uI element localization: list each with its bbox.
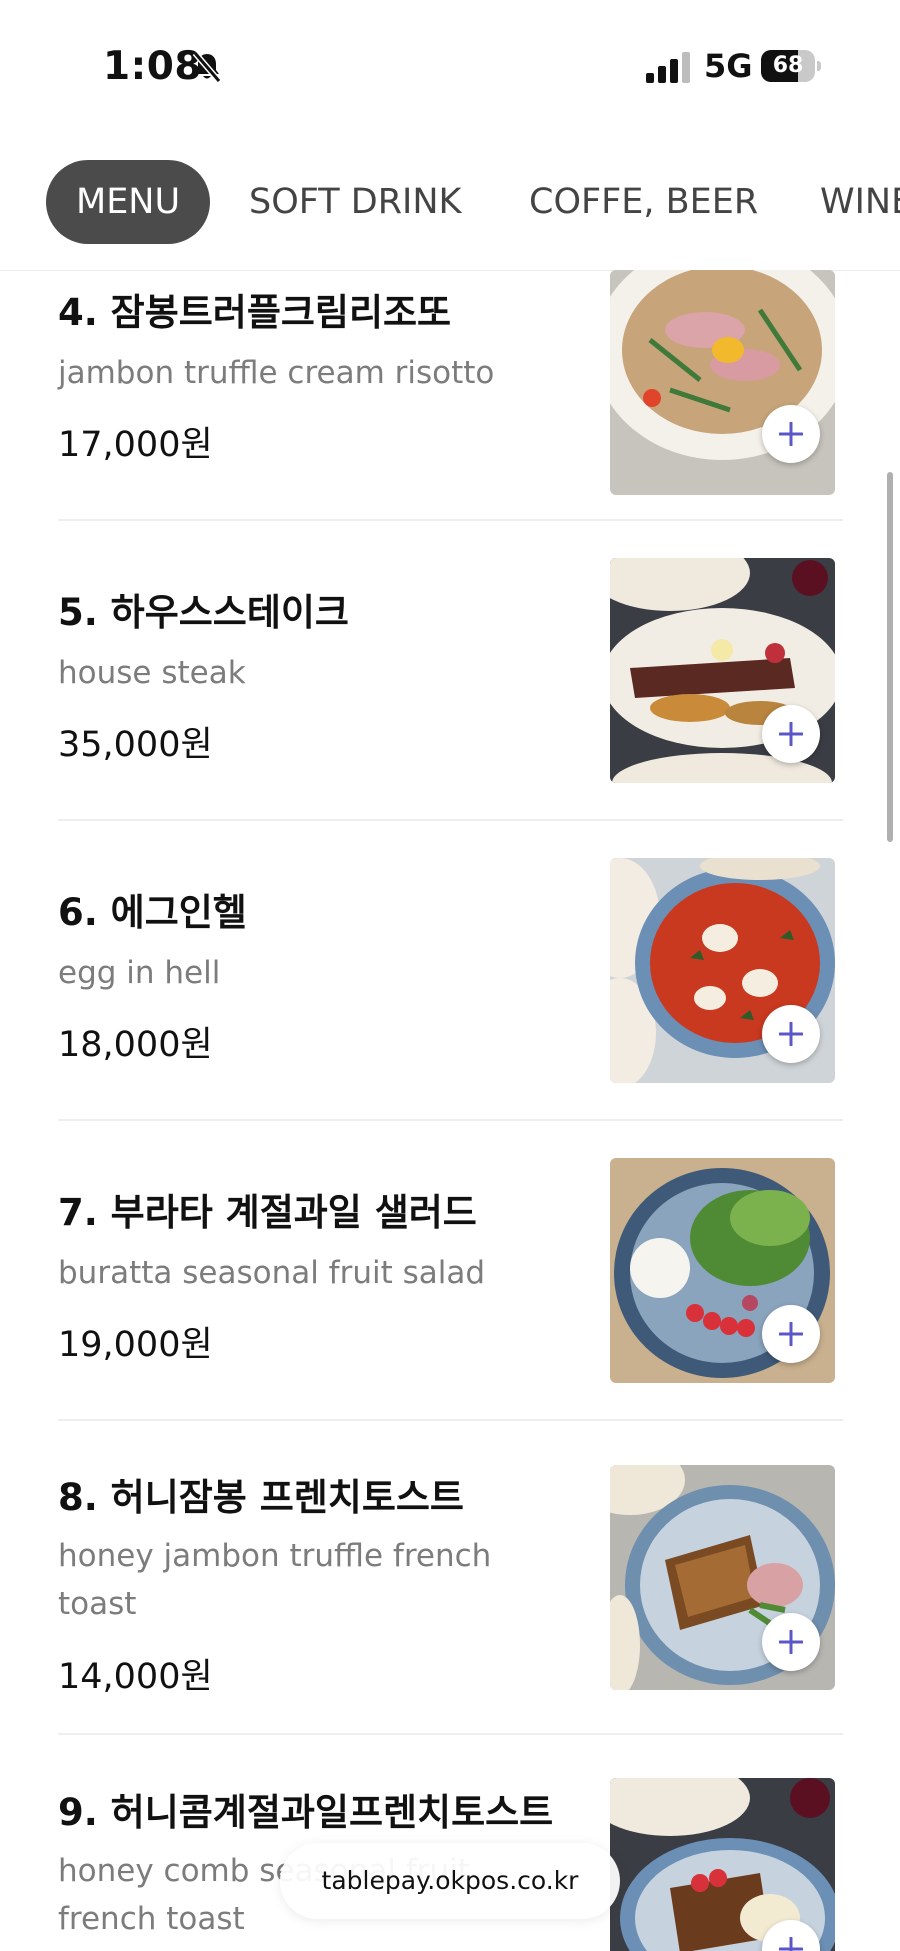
menu-list: 4. 잠봉트러플크림리조또 jambon truffle cream risot…	[0, 270, 900, 1951]
menu-item-price: 19,000원	[58, 1325, 213, 1365]
add-to-cart-button[interactable]	[762, 1305, 820, 1363]
menu-item-description: buratta seasonal fruit salad	[58, 1255, 486, 1291]
menu-item-price: 35,000원	[58, 725, 213, 765]
battery-icon: 68	[761, 50, 821, 82]
plus-icon	[779, 422, 803, 446]
status-bar: 1:08 5G 68	[0, 0, 900, 130]
divider	[58, 1119, 843, 1121]
add-to-cart-button[interactable]	[762, 1613, 820, 1671]
add-to-cart-button[interactable]	[762, 705, 820, 763]
plus-icon	[779, 1630, 803, 1654]
network-label: 5G	[704, 47, 753, 85]
menu-item-name: 5. 하우스스테이크	[58, 591, 349, 634]
scrollbar[interactable]	[887, 472, 893, 842]
url-text: tablepay.okpos.co.kr	[321, 1866, 579, 1895]
tab-coffe-beer[interactable]: COFFE, BEER	[529, 160, 758, 244]
bell-slash-icon	[190, 50, 224, 84]
plus-icon	[779, 1937, 803, 1951]
menu-item-name: 7. 부라타 계절과일 샐러드	[58, 1191, 477, 1234]
menu-item-name: 8. 허니잠봉 프렌치토스트	[58, 1476, 464, 1519]
menu-item-price: 17,000원	[58, 425, 213, 465]
plus-icon	[779, 722, 803, 746]
tab-soft-drink[interactable]: SOFT DRINK	[249, 160, 462, 244]
menu-item-price: 14,000원	[58, 1657, 213, 1697]
add-to-cart-button[interactable]	[762, 1005, 820, 1063]
divider	[58, 819, 843, 821]
browser-url-bar[interactable]: tablepay.okpos.co.kr	[280, 1843, 620, 1919]
tab-wine[interactable]: WINE	[820, 160, 900, 244]
menu-item-price: 18,000원	[58, 1025, 213, 1065]
menu-item-name: 6. 에그인헬	[58, 891, 247, 934]
status-time: 1:08	[103, 44, 203, 89]
add-to-cart-button[interactable]	[762, 405, 820, 463]
menu-item-name: 4. 잠봉트러플크림리조또	[58, 291, 452, 334]
cellular-signal-icon	[646, 52, 692, 83]
plus-icon	[779, 1022, 803, 1046]
category-tabbar: MENU SOFT DRINK COFFE, BEER WINE	[0, 130, 900, 271]
divider	[58, 1733, 843, 1735]
plus-icon	[779, 1322, 803, 1346]
tab-menu[interactable]: MENU	[46, 160, 211, 244]
divider	[58, 519, 843, 521]
menu-item-name: 9. 허니콤계절과일프렌치토스트	[58, 1791, 554, 1834]
menu-item-description: honey jambon truffle french toast	[58, 1538, 492, 1622]
menu-item-description: egg in hell	[58, 955, 221, 991]
divider	[58, 1419, 843, 1421]
menu-item-description: jambon truffle cream risotto	[58, 355, 495, 391]
menu-item-description: house steak	[58, 655, 246, 691]
menu-item-photo[interactable]	[610, 270, 835, 495]
battery-level: 68	[772, 53, 804, 78]
